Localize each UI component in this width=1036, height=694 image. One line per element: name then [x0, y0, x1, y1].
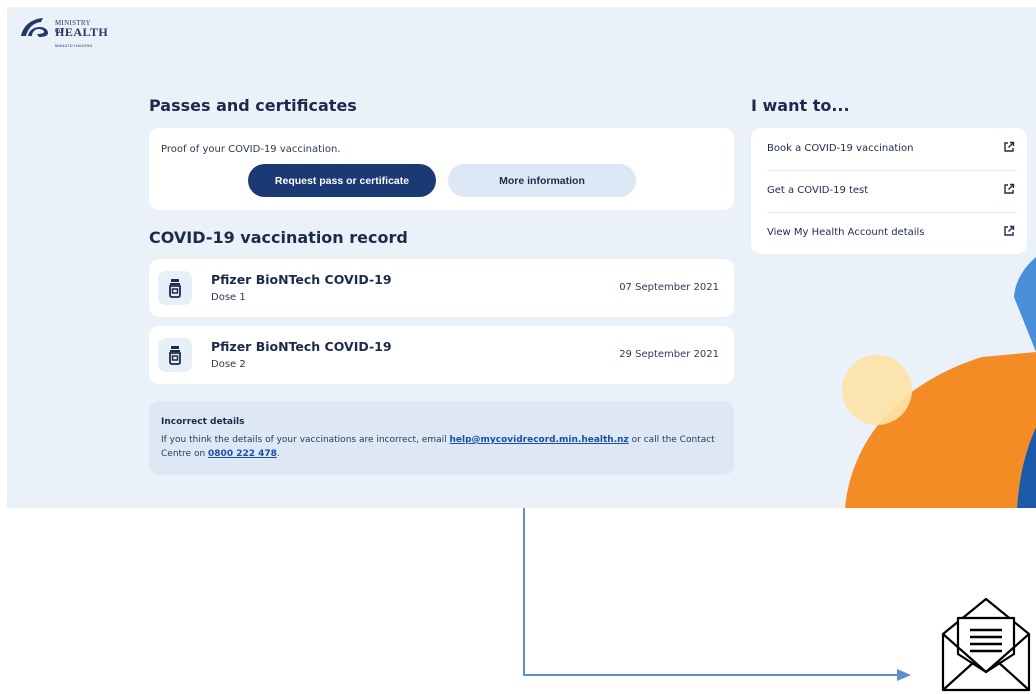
connector-arrow	[523, 508, 911, 681]
envelope-letter-icon	[941, 597, 1031, 692]
